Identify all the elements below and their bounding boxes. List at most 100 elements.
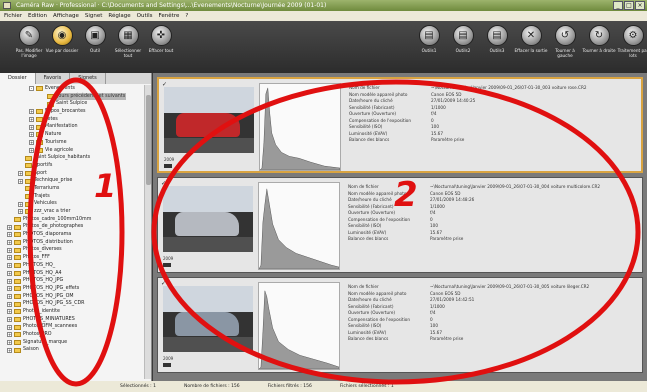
tree-node[interactable]: + PHOTOS_distribution — [0, 239, 144, 247]
tree-expander[interactable]: - — [29, 86, 34, 92]
tree-expander[interactable]: + — [29, 147, 34, 153]
tree-node[interactable]: Photos_cadre_100mm10mm — [0, 216, 144, 224]
maximize-button[interactable]: □ — [624, 1, 634, 10]
tree-node[interactable]: + Fetes — [0, 116, 144, 124]
tree-expander[interactable]: + — [7, 286, 12, 292]
toolbar-button-right-2[interactable]: ▤ Outils3 — [480, 25, 514, 69]
tree-node[interactable]: + Sport — [0, 170, 144, 178]
tree-expander[interactable]: + — [7, 263, 12, 269]
toolbar-button-right-0[interactable]: ▤ Outils1 — [412, 25, 446, 69]
tree-node[interactable]: + Photos_diverses — [0, 246, 144, 254]
menu-item-3[interactable]: Signet — [85, 11, 103, 21]
tree-expander[interactable]: + — [7, 224, 12, 230]
panel-tab-0[interactable]: Dossier — [0, 73, 36, 84]
tree-expander[interactable]: + — [7, 340, 12, 346]
tree-expander[interactable]: + — [7, 278, 12, 284]
tree-expander[interactable]: + — [7, 240, 12, 246]
tree-node[interactable]: Saint Sulpice — [0, 100, 144, 108]
tree-expander[interactable]: + — [18, 178, 23, 184]
file-list-item[interactable]: ✓ 2009 Nom de fichier ~\Nocturnal\tuning\Ja… — [157, 277, 643, 373]
tree-expander[interactable]: + — [7, 232, 12, 238]
tree-expander[interactable]: + — [7, 316, 12, 322]
toolbar-button-right-6[interactable]: ⚙ Traitement par lots — [616, 25, 647, 69]
tree-expander[interactable]: + — [7, 324, 12, 330]
rotate-left-icon: ↺ — [554, 25, 576, 46]
tree-node[interactable]: + PHOTOS_HQ_JPG_effets — [0, 285, 144, 293]
tree-node[interactable]: + Photos_FFF — [0, 254, 144, 262]
tree-expander[interactable]: + — [29, 140, 34, 146]
tree-expander[interactable]: + — [7, 347, 12, 353]
tree-expander[interactable]: + — [18, 170, 23, 176]
tree-node[interactable]: + Manifestation — [0, 123, 144, 131]
tree-expander[interactable]: + — [29, 109, 34, 115]
tree-node[interactable]: + PHOTOS_HQ_JPG_OM — [0, 293, 144, 301]
menu-item-5[interactable]: Outils — [137, 11, 153, 21]
toolbar-button-right-4[interactable]: ↺ Tourner à gauche — [548, 25, 582, 69]
tree-node[interactable]: + PHOTOS_MINIATURES — [0, 316, 144, 324]
file-list-item[interactable]: ✓ 2009 Nom de fichier ~\Nocturnal\tuning\Ja… — [157, 77, 643, 173]
menu-item-7[interactable]: ? — [185, 11, 188, 21]
tree-node[interactable]: - Evenements — [0, 85, 144, 93]
panel-tab-1[interactable]: Favoris — [36, 73, 71, 84]
tree-expander[interactable]: + — [29, 132, 34, 138]
toolbar-button-right-3[interactable]: ✕ Effacer la sortie — [514, 25, 548, 69]
tree-node[interactable]: + Vehicules — [0, 200, 144, 208]
tree-expander[interactable]: + — [7, 270, 12, 276]
tree-node[interactable]: + Nature — [0, 131, 144, 139]
tree-node[interactable]: + PHOTOS_HQ_A4 — [0, 270, 144, 278]
minimize-button[interactable]: _ — [613, 1, 623, 10]
panel-tab-2[interactable]: Signets — [70, 73, 106, 84]
tree-node[interactable]: + Photos_PRO — [0, 331, 144, 339]
tree-expander[interactable]: + — [18, 209, 23, 215]
tree-node[interactable]: + Saison — [0, 346, 144, 354]
metadata-value: Paramètre prise — [431, 137, 465, 142]
menu-item-1[interactable]: Edition — [28, 11, 47, 21]
close-button[interactable]: × — [635, 1, 645, 10]
tree-node[interactable]: + Vie agricole — [0, 147, 144, 155]
tree-node[interactable]: + Technique_prise — [0, 177, 144, 185]
tree-expander[interactable]: + — [29, 124, 34, 130]
tree-expander[interactable]: + — [18, 201, 23, 207]
tree-node[interactable]: Sportifs — [0, 162, 144, 170]
tree-node[interactable]: Saint Sulpice_habitants — [0, 154, 144, 162]
tree-node[interactable]: + zzz_vrac a trier — [0, 208, 144, 216]
menu-item-2[interactable]: Affichage — [53, 11, 79, 21]
toolbar-button-left-4[interactable]: ✜ Effacer tout — [144, 25, 178, 69]
tree-node[interactable]: Trajets — [0, 193, 144, 201]
photo-thumbnail[interactable] — [163, 286, 253, 352]
toolbar-button-left-0[interactable]: ✎ Pas. Modifier l'image — [12, 25, 46, 69]
menu-item-4[interactable]: Réglage — [108, 11, 130, 21]
tree-node[interactable]: + Signature_marque — [0, 339, 144, 347]
tree-node[interactable]: + Photos_identite — [0, 308, 144, 316]
tree-expander[interactable]: + — [7, 293, 12, 299]
tree-node[interactable]: + Tourisme — [0, 139, 144, 147]
tree-node[interactable]: Jours précédents et suivants — [0, 92, 144, 101]
tree-node[interactable]: + PHOTOS_HQ_JPG — [0, 277, 144, 285]
photo-thumbnail[interactable] — [164, 87, 254, 153]
tree-expander[interactable]: + — [7, 309, 12, 315]
menu-item-6[interactable]: Fenêtre — [159, 11, 180, 21]
tree-node[interactable]: + PHOTOS_HQ_JPG_SS_CDR — [0, 300, 144, 308]
menu-item-0[interactable]: Fichier — [4, 11, 22, 21]
toolbar-button-left-3[interactable]: ▦ Sélectionner tout — [111, 25, 145, 69]
tree-node[interactable]: + Photos_OFM_scannees — [0, 323, 144, 331]
folder-tree-scrollbar[interactable] — [144, 85, 151, 379]
file-list-item[interactable]: ✓ 2009 Nom de fichier ~\Nocturnal\tuning\Ja… — [157, 177, 643, 273]
scrollbar-thumb[interactable] — [146, 95, 151, 185]
toolbar-button-left-1[interactable]: ◉ Vue par dossier — [45, 25, 79, 69]
toolbar-button-right-5[interactable]: ↻ Tourner à droite — [582, 25, 616, 69]
photo-thumbnail[interactable] — [163, 186, 253, 252]
tree-node[interactable]: + Expos_brocantes — [0, 108, 144, 116]
tree-node[interactable]: + PHOTOS_diaporama — [0, 231, 144, 239]
tree-expander[interactable]: + — [29, 117, 34, 123]
metadata-value: Paramètre prise — [430, 236, 464, 241]
tree-node[interactable]: Terrariums — [0, 185, 144, 193]
tree-expander[interactable]: + — [7, 255, 12, 261]
tree-expander[interactable]: + — [7, 332, 12, 338]
toolbar-button-right-1[interactable]: ▤ Outils2 — [446, 25, 480, 69]
toolbar-button-left-2[interactable]: ▣ Outil — [78, 25, 112, 69]
tree-node[interactable]: + PHOTOS_HQ_ — [0, 262, 144, 270]
tree-expander[interactable]: + — [7, 301, 12, 307]
tree-expander[interactable]: + — [7, 247, 12, 253]
tree-node[interactable]: + Photos_de_photographes — [0, 223, 144, 231]
